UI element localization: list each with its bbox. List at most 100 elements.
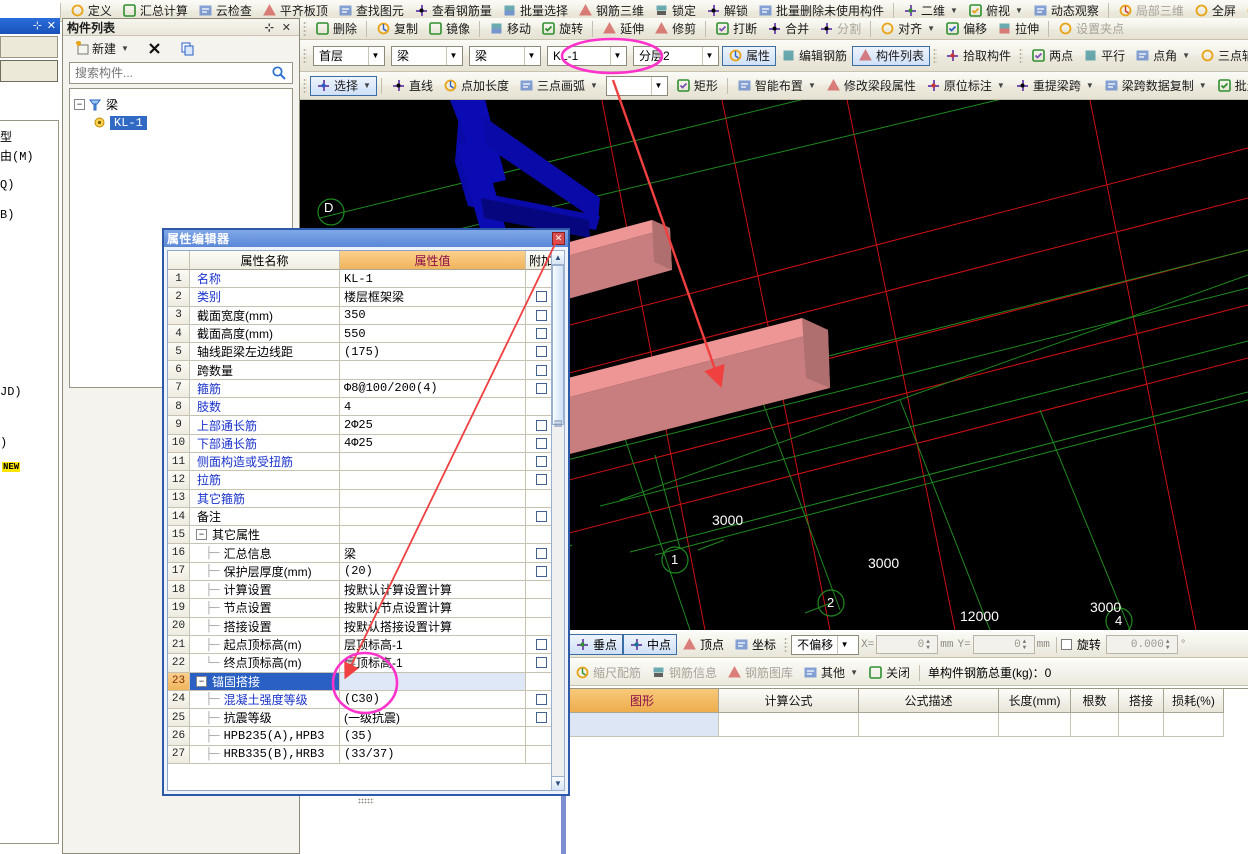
toolbar-grip[interactable] — [303, 77, 307, 94]
close-icon[interactable]: ✕ — [47, 19, 56, 32]
property-value-cell[interactable] — [340, 526, 526, 545]
pin-icon[interactable]: ⊹ — [261, 21, 278, 34]
chevron-down-icon[interactable]: ▼ — [650, 76, 665, 95]
property-row[interactable]: 24 ├─ 混凝土强度等级 (C30) — [168, 690, 556, 710]
parallel-button[interactable]: 平行 — [1078, 46, 1130, 66]
property-extra-checkbox[interactable] — [535, 291, 547, 303]
break-button[interactable]: 打断 — [710, 19, 762, 39]
toolbar-grip[interactable] — [933, 47, 938, 64]
property-value-cell[interactable] — [340, 672, 526, 691]
chevron-down-icon[interactable]: ▼ — [850, 668, 858, 677]
property-name-cell[interactable]: 箍筋 — [190, 379, 340, 399]
scroll-down-button[interactable]: ▼ — [552, 776, 564, 790]
rotate-checkbox[interactable] — [1060, 639, 1072, 650]
grid-cell-0[interactable] — [566, 713, 719, 737]
property-name-cell[interactable]: − 其它属性 — [190, 526, 340, 545]
grid-cell-6[interactable] — [1164, 713, 1224, 737]
close-icon[interactable]: ✕ — [278, 21, 295, 34]
property-row[interactable]: 5 轴线距梁左边线距 (175) — [168, 343, 556, 362]
property-name-cell[interactable]: ├─ 保护层厚度(mm) — [190, 562, 340, 582]
x-input[interactable]: 0 ▲ ▼ — [876, 635, 939, 654]
property-value-cell[interactable]: 550 — [340, 324, 526, 344]
property-editor-titlebar[interactable]: 属性编辑器 ✕ — [164, 230, 568, 247]
property-extra-checkbox[interactable] — [535, 657, 547, 669]
property-name-cell[interactable]: 跨数量 — [190, 361, 340, 380]
extend-button[interactable]: 延伸 — [597, 19, 649, 39]
property-name-cell[interactable]: 侧面构造或受扭筋 — [190, 452, 340, 472]
property-extra-checkbox[interactable] — [535, 511, 547, 522]
left-tree-area[interactable] — [0, 120, 59, 844]
property-value-cell[interactable]: KL-1 — [340, 270, 526, 289]
line-button[interactable]: 直线 — [386, 76, 438, 96]
tree-node-member[interactable]: KL-1 — [92, 114, 288, 131]
tree-node-member-label[interactable]: KL-1 — [110, 115, 147, 130]
property-name-cell[interactable]: 肢数 — [190, 398, 340, 417]
property-extra-checkbox[interactable] — [535, 639, 547, 651]
toolbar-row-2[interactable]: 删除 复制 镜像 移动 旋转 延伸 修剪 打断 合并 分割 对齐 ▼ 偏移 拉伸 设置夹点 — [300, 18, 1248, 40]
delete-button[interactable]: 删除 — [310, 19, 362, 39]
chevron-down-icon[interactable]: ▼ — [524, 46, 538, 65]
property-name-cell[interactable]: 其它箍筋 — [190, 489, 340, 508]
copy-button[interactable]: 复制 — [371, 19, 423, 39]
chevron-down-icon[interactable]: ▼ — [1086, 81, 1094, 90]
tree-node-root[interactable]: − 梁 — [74, 95, 288, 114]
property-extra-checkbox[interactable] — [535, 419, 547, 431]
property-value-cell[interactable]: 层顶标高-1 — [340, 635, 526, 655]
property-name-cell[interactable]: ├─ 起点顶标高(m) — [190, 635, 340, 655]
property-row[interactable]: 20 ├─ 搭接设置 按默认搭接设置计算 — [168, 617, 556, 636]
toolbar-grip[interactable] — [784, 636, 789, 653]
left-field-1[interactable] — [0, 36, 58, 58]
point-length-button[interactable]: 点加长度 — [438, 76, 514, 96]
property-name-cell[interactable]: 拉筋 — [190, 471, 340, 490]
property-row[interactable]: 10 下部通长筋 4Φ25 — [168, 434, 556, 453]
chevron-down-icon[interactable]: ▼ — [808, 81, 816, 90]
component-list-button[interactable]: 构件列表 — [852, 45, 931, 66]
property-value-cell[interactable]: 按默认节点设置计算 — [340, 599, 526, 618]
grid-cell-3[interactable] — [999, 713, 1071, 737]
property-value-cell[interactable]: (一级抗震) — [340, 709, 526, 728]
rebar-grid[interactable]: 图形 计算公式 公式描述 长度(mm) 根数 搭接 损耗(%) — [566, 688, 1248, 854]
stretch-button[interactable]: 拉伸 — [992, 19, 1044, 39]
rotate-button[interactable]: 旋转 — [536, 19, 588, 39]
property-name-cell[interactable]: 截面高度(mm) — [190, 324, 340, 344]
property-row[interactable]: 23− 锚固搭接 — [168, 672, 556, 691]
property-row[interactable]: 18 ├─ 计算设置 按默认计算设置计算 — [168, 581, 556, 600]
vertex-button[interactable]: 顶点 — [677, 634, 729, 655]
property-row[interactable]: 27 ├─ HRB335(B),HRB3 (33/37) — [168, 745, 556, 765]
property-value-cell[interactable]: (175) — [340, 343, 526, 362]
property-value-cell[interactable]: 350 — [340, 306, 526, 325]
property-row[interactable]: 11 侧面构造或受扭筋 — [168, 452, 556, 472]
grid-cell-5[interactable] — [1119, 713, 1164, 737]
property-row[interactable]: 14 备注 — [168, 507, 556, 527]
grid-header-3[interactable]: 长度(mm) — [999, 689, 1071, 713]
in-situ-label-button[interactable]: 原位标注 ▼ — [921, 76, 1010, 96]
toolbar-row-3[interactable]: 首层 ▼ 梁 ▼ 梁 ▼ KL-1 ▼ 分层2 ▼ 属性 编辑钢筋 构件列表 拾取构件 两点 平行 点角 ▼ 三点… — [300, 40, 1248, 72]
chevron-down-icon[interactable]: ▼ — [997, 81, 1005, 90]
rebar-library-button[interactable]: 钢筋图库 — [722, 663, 798, 683]
properties-button[interactable]: 属性 — [722, 45, 777, 66]
scale-rebar-button[interactable]: 缩尺配筋 — [570, 663, 646, 683]
property-name-cell[interactable]: 轴线距梁左边线距 — [190, 343, 340, 362]
rotate-stepper[interactable]: ▲ ▼ — [1166, 638, 1175, 651]
span-copy-button[interactable]: 梁跨数据复制 ▼ — [1099, 76, 1212, 96]
member-selector[interactable]: KL-1 ▼ — [547, 45, 627, 66]
property-row[interactable]: 22 └─ 终点顶标高(m) 层顶标高-1 — [168, 654, 556, 673]
property-name-cell[interactable]: 下部通长筋 — [190, 434, 340, 453]
property-value-cell[interactable]: (35) — [340, 727, 526, 746]
cursor-button[interactable]: 选择 ▼ — [310, 75, 377, 96]
chevron-down-icon[interactable]: ▼ — [1199, 81, 1207, 90]
grid-header-4[interactable]: 根数 — [1071, 689, 1119, 713]
property-extra-checkbox[interactable] — [535, 437, 547, 449]
grid-cell-4[interactable] — [1071, 713, 1119, 737]
category-selector[interactable]: 梁 ▼ — [391, 45, 463, 66]
grid-header-5[interactable]: 搭接 — [1119, 689, 1164, 713]
property-extra-checkbox[interactable] — [535, 693, 547, 705]
property-row[interactable]: 9 上部通长筋 2Φ25 — [168, 416, 556, 435]
search-row[interactable] — [69, 62, 293, 84]
mirror-button[interactable]: 镜像 — [423, 19, 475, 39]
property-name-cell[interactable]: 类别 — [190, 288, 340, 307]
property-name-cell[interactable]: ├─ 抗震等级 — [190, 709, 340, 728]
chevron-down-icon[interactable]: ▼ — [1015, 6, 1023, 15]
property-row[interactable]: 3 截面宽度(mm) 350 — [168, 306, 556, 325]
close-panel-button[interactable]: 关闭 — [863, 663, 915, 683]
